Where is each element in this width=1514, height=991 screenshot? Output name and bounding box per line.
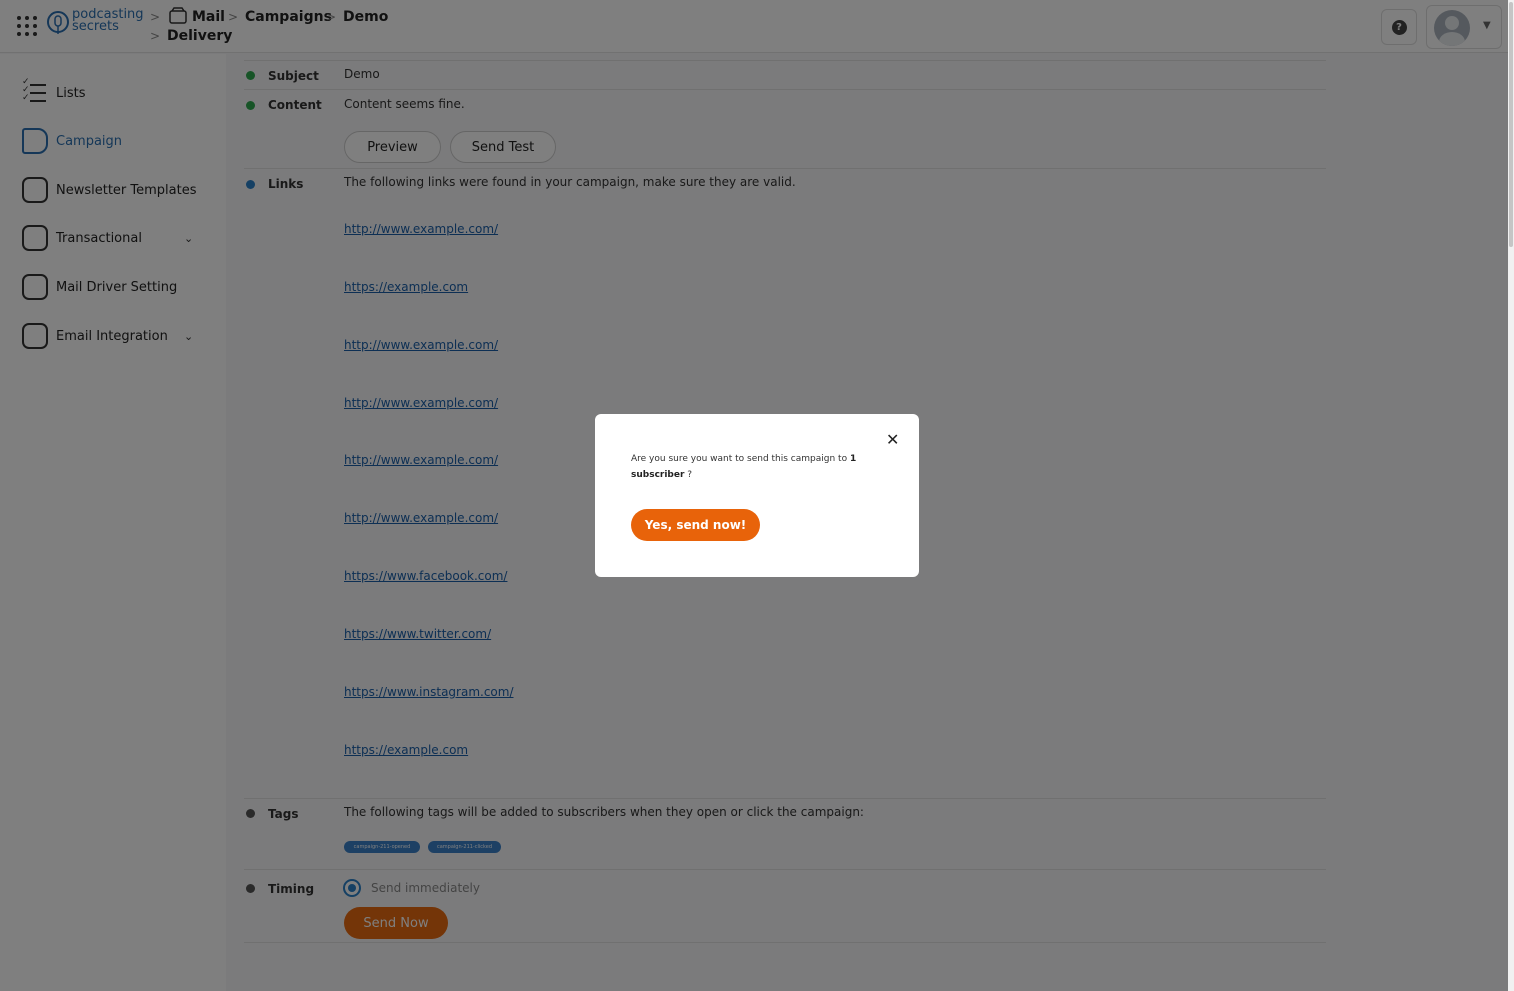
confirm-send-dialog: ✕ Are you sure you want to send this cam… xyxy=(595,414,919,577)
scrollbar-thumb[interactable] xyxy=(1509,2,1513,247)
confirm-message-suffix: ? xyxy=(687,470,693,480)
confirm-message: Are you sure you want to send this campa… xyxy=(631,451,871,483)
close-icon[interactable]: ✕ xyxy=(886,432,899,448)
confirm-send-button[interactable]: Yes, send now! xyxy=(631,509,760,541)
confirm-message-text: Are you sure you want to send this campa… xyxy=(631,454,848,464)
